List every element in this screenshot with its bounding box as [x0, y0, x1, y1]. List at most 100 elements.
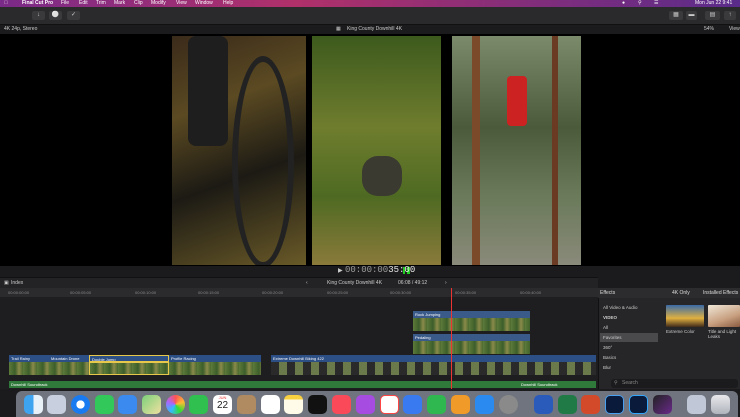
- menu-help[interactable]: Help: [223, 0, 233, 7]
- ruler-tick: 00:00:20:00: [262, 290, 284, 295]
- apple-tv-icon[interactable]: [308, 395, 327, 414]
- menu-mark[interactable]: Mark: [114, 0, 125, 7]
- effects-category[interactable]: Blur: [600, 363, 658, 372]
- lightroom-icon[interactable]: [605, 395, 624, 414]
- share-button[interactable]: ↑: [724, 11, 736, 20]
- ruler-tick: 00:00:40:00: [520, 290, 542, 295]
- screen-sharing-icon[interactable]: [687, 395, 706, 414]
- notes-icon[interactable]: [284, 395, 303, 414]
- import-button[interactable]: ↓: [32, 11, 45, 20]
- calendar-icon[interactable]: JUN 22: [213, 395, 232, 414]
- control-center-icon[interactable]: ☰: [654, 0, 658, 7]
- effects-category[interactable]: All Video & Audio: [600, 303, 658, 312]
- menu-file[interactable]: File: [61, 0, 69, 7]
- effects-category-selected[interactable]: Favorites: [600, 333, 658, 342]
- storyline-clip-label[interactable]: Double Jump: [89, 355, 169, 362]
- timeline-ruler[interactable]: 00:00:00:00 00:00:05:00 00:00:10:00 00:0…: [0, 288, 598, 297]
- storyline-clip[interactable]: [49, 362, 89, 375]
- menu-window[interactable]: Window: [195, 0, 213, 7]
- search-icon: ⚲: [614, 380, 618, 386]
- storyline-clip[interactable]: [169, 362, 261, 375]
- inspector-toggle-button[interactable]: ▤: [705, 11, 720, 20]
- menu-view[interactable]: View: [176, 0, 187, 7]
- photoshop-icon[interactable]: [629, 395, 648, 414]
- connected-clip[interactable]: [413, 318, 530, 331]
- reminders-icon[interactable]: [261, 395, 280, 414]
- video-frame-rider-forest: [452, 36, 581, 265]
- 4k-only-filter[interactable]: 4K Only: [672, 288, 690, 298]
- storyline-clip-selected[interactable]: [89, 362, 169, 375]
- effect-thumbnail[interactable]: [666, 305, 704, 327]
- effects-search-field[interactable]: ⚲ Search: [611, 379, 738, 388]
- effects-category[interactable]: VIDEO: [600, 313, 658, 322]
- safari-icon[interactable]: [71, 395, 90, 414]
- toolbar: ↓ ⚪ ✓ ▦ ▬ ▤ ↑: [0, 7, 740, 25]
- keyword-button[interactable]: ⚪: [49, 11, 62, 20]
- view-menu[interactable]: View: [729, 25, 740, 34]
- menu-modify[interactable]: Modify: [151, 0, 166, 7]
- storyline-clip-label[interactable]: Trail Rainy: [9, 355, 49, 362]
- facetime-icon[interactable]: [189, 395, 208, 414]
- messages-icon[interactable]: [95, 395, 114, 414]
- calendar-day: 22: [216, 400, 229, 411]
- powerpoint-icon[interactable]: [581, 395, 600, 414]
- storyline-clip[interactable]: [9, 362, 49, 375]
- final-cut-pro-icon[interactable]: [653, 395, 672, 414]
- menu-clip[interactable]: Clip: [134, 0, 143, 7]
- menu-bar:  Final Cut Pro File Edit Trim Mark Clip…: [0, 0, 740, 7]
- storyline-clip[interactable]: [271, 362, 596, 375]
- wifi-icon[interactable]: ●: [622, 0, 625, 7]
- layout-button[interactable]: ▦: [669, 11, 683, 20]
- apple-icon[interactable]: : [4, 0, 8, 7]
- music-icon[interactable]: [332, 395, 351, 414]
- maps-icon[interactable]: [142, 395, 161, 414]
- keynote-icon[interactable]: [403, 395, 422, 414]
- storyline-clip-label[interactable]: Mountain Drone: [49, 355, 89, 362]
- zoom-menu[interactable]: 54%: [704, 25, 714, 34]
- mail-icon[interactable]: [118, 395, 137, 414]
- clapper-icon: ▦: [336, 26, 341, 32]
- storyline-clip-label[interactable]: Extreme Downhill Biking 422: [271, 355, 596, 362]
- menu-trim[interactable]: Trim: [96, 0, 106, 7]
- ruler-tick: 00:00:10:00: [135, 290, 157, 295]
- podcasts-icon[interactable]: [356, 395, 375, 414]
- system-preferences-icon[interactable]: [499, 395, 518, 414]
- effects-category[interactable]: Basics: [600, 353, 658, 362]
- finder-icon[interactable]: [24, 395, 43, 414]
- connected-clip[interactable]: [413, 341, 530, 354]
- news-icon[interactable]: [380, 395, 399, 414]
- pages-icon[interactable]: [451, 395, 470, 414]
- connected-clip-label[interactable]: Rock Jumping: [413, 311, 530, 318]
- effect-thumbnail[interactable]: [708, 305, 740, 327]
- installed-effects-menu[interactable]: Installed Effects: [703, 288, 738, 298]
- search-menu-icon[interactable]: ⚲: [638, 0, 642, 7]
- video-frame-rider-closeup: [172, 36, 306, 265]
- trash-icon[interactable]: [711, 395, 730, 414]
- contacts-icon[interactable]: [237, 395, 256, 414]
- browser-toggle-button[interactable]: ▬: [686, 11, 697, 20]
- storyline-clip-label[interactable]: Profile Racing: [169, 355, 261, 362]
- effects-tab[interactable]: Effects: [600, 288, 615, 298]
- play-button[interactable]: ▶: [338, 267, 343, 274]
- launchpad-icon[interactable]: [47, 395, 66, 414]
- effects-category[interactable]: All: [600, 323, 658, 332]
- numbers-icon[interactable]: [427, 395, 446, 414]
- connected-clip-label[interactable]: Pedaling: [413, 334, 530, 341]
- excel-icon[interactable]: [558, 395, 577, 414]
- audio-clip-label[interactable]: Downhill Soundtrack: [519, 381, 589, 388]
- background-tasks-button[interactable]: ✓: [67, 11, 80, 20]
- menu-edit[interactable]: Edit: [79, 0, 88, 7]
- word-icon[interactable]: [534, 395, 553, 414]
- clock[interactable]: Mon Jun 22 9:41: [695, 0, 732, 7]
- app-store-icon[interactable]: [475, 395, 494, 414]
- audio-clip[interactable]: Downhill Soundtrack: [9, 381, 596, 388]
- viewer[interactable]: [0, 34, 740, 266]
- effects-category[interactable]: 360°: [600, 343, 658, 352]
- timecode-display[interactable]: 00:00:0035:00: [345, 266, 415, 275]
- effect-label: Title and Light Leaks: [708, 329, 737, 339]
- menu-app-name[interactable]: Final Cut Pro: [22, 0, 53, 7]
- ruler-tick: 00:00:25:00: [327, 290, 349, 295]
- photos-icon[interactable]: [166, 395, 185, 414]
- playhead[interactable]: [451, 288, 452, 389]
- format-label: 4K 24p, Stereo: [4, 26, 38, 32]
